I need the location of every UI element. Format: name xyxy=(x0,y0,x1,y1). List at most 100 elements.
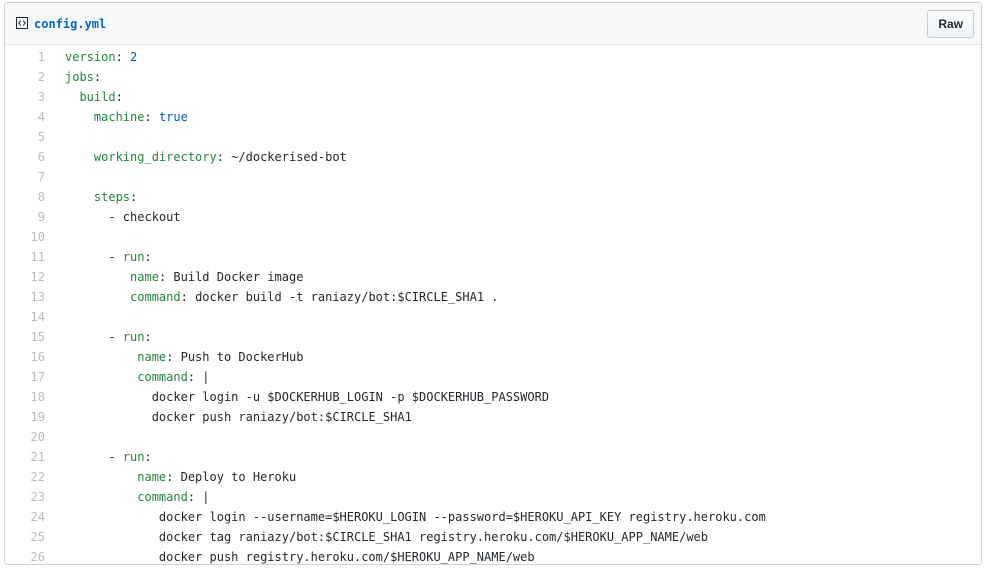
line-number[interactable]: 11 xyxy=(5,247,45,267)
line-number[interactable]: 21 xyxy=(5,447,45,467)
yaml-value: Deploy to Heroku xyxy=(180,470,297,484)
yaml-key: jobs xyxy=(65,70,94,84)
yaml-separator: : xyxy=(144,250,152,264)
line-number[interactable]: 6 xyxy=(5,147,45,167)
yaml-key: command xyxy=(137,490,188,504)
code-line: 1 version: 2 xyxy=(5,47,981,67)
line-content: build: xyxy=(45,87,981,107)
yaml-key: working_directory xyxy=(93,150,217,164)
line-number[interactable]: 7 xyxy=(5,167,45,187)
code-line: 24 docker login --username=$HEROKU_LOGIN… xyxy=(5,507,981,527)
line-content: steps: xyxy=(45,187,981,207)
line-number[interactable]: 4 xyxy=(5,107,45,127)
yaml-separator: : xyxy=(144,110,159,124)
line-content: working_directory: ~/dockerised-bot xyxy=(45,147,981,167)
line-content xyxy=(45,127,981,147)
yaml-key: name xyxy=(137,470,167,484)
line-number[interactable]: 5 xyxy=(5,127,45,147)
line-number[interactable]: 26 xyxy=(5,547,45,564)
code-line: 26 docker push registry.heroku.com/$HERO… xyxy=(5,547,981,564)
line-content xyxy=(45,167,981,187)
line-content: jobs: xyxy=(45,67,981,87)
code-line: 22 name: Deploy to Heroku xyxy=(5,467,981,487)
line-content: - run: xyxy=(45,247,981,267)
yaml-separator: : xyxy=(144,450,152,464)
yaml-value: true xyxy=(158,110,188,124)
line-indent: - xyxy=(65,250,123,264)
line-content: name: Deploy to Heroku xyxy=(45,467,981,487)
line-number[interactable]: 24 xyxy=(5,507,45,527)
yaml-separator: : xyxy=(158,270,174,284)
yaml-separator: : xyxy=(115,90,123,104)
code-line: 17 command: | xyxy=(5,367,981,387)
yaml-separator: : xyxy=(144,330,152,344)
code-line: 9 - checkout xyxy=(5,207,981,227)
line-number[interactable]: 20 xyxy=(5,427,45,447)
line-number[interactable]: 9 xyxy=(5,207,45,227)
line-number[interactable]: 18 xyxy=(5,387,45,407)
code-line: 2 jobs: xyxy=(5,67,981,87)
line-content: version: 2 xyxy=(45,47,981,67)
code-line: 3 build: xyxy=(5,87,981,107)
line-number[interactable]: 22 xyxy=(5,467,45,487)
file-name-link[interactable]: config.yml xyxy=(34,16,106,32)
yaml-key: machine xyxy=(93,110,145,124)
line-number[interactable]: 8 xyxy=(5,187,45,207)
line-content: docker push raniazy/bot:$CIRCLE_SHA1 xyxy=(45,407,981,427)
line-number[interactable]: 23 xyxy=(5,487,45,507)
yaml-value: docker push raniazy/bot:$CIRCLE_SHA1 xyxy=(151,410,412,424)
file-code-icon xyxy=(16,17,28,29)
code-line: 5 xyxy=(5,127,981,147)
yaml-value: ~/dockerised-bot xyxy=(231,150,347,164)
yaml-separator: : xyxy=(166,470,181,484)
line-indent: - xyxy=(65,210,123,224)
line-content: - checkout xyxy=(45,207,981,227)
line-number[interactable]: 12 xyxy=(5,267,45,287)
code-line: 12 name: Build Docker image xyxy=(5,267,981,287)
file-viewer: config.yml Raw 1 version: 2 2 jobs: 3 build:… xyxy=(4,2,982,565)
line-content: docker login --username=$HEROKU_LOGIN --… xyxy=(45,507,981,527)
line-number[interactable]: 3 xyxy=(5,87,45,107)
line-content xyxy=(45,227,981,247)
yaml-value: | xyxy=(202,370,210,384)
line-number[interactable]: 2 xyxy=(5,67,45,87)
code-line: 19 docker push raniazy/bot:$CIRCLE_SHA1 xyxy=(5,407,981,427)
yaml-key: run xyxy=(122,450,145,464)
line-number[interactable]: 1 xyxy=(5,47,45,67)
code-line: 13 command: docker build -t raniazy/bot:… xyxy=(5,287,981,307)
yaml-separator: : xyxy=(187,490,203,504)
yaml-key: build xyxy=(79,90,116,104)
yaml-key: run xyxy=(122,330,145,344)
line-number[interactable]: 19 xyxy=(5,407,45,427)
line-number[interactable]: 16 xyxy=(5,347,45,367)
yaml-separator: : xyxy=(130,190,138,204)
line-number[interactable]: 25 xyxy=(5,527,45,547)
yaml-value: Build Docker image xyxy=(173,270,304,284)
line-content: machine: true xyxy=(45,107,981,127)
yaml-separator: : xyxy=(216,150,232,164)
code-line: 7 xyxy=(5,167,981,187)
yaml-value: docker push registry.heroku.com/$HEROKU_… xyxy=(158,550,535,564)
line-number[interactable]: 14 xyxy=(5,307,45,327)
yaml-key: version xyxy=(65,50,116,64)
yaml-value: docker build -t raniazy/bot:$CIRCLE_SHA1… xyxy=(195,290,499,304)
yaml-separator: : xyxy=(166,350,181,364)
line-number[interactable]: 15 xyxy=(5,327,45,347)
code-line: 4 machine: true xyxy=(5,107,981,127)
line-number[interactable]: 17 xyxy=(5,367,45,387)
line-indent: - xyxy=(65,330,123,344)
yaml-value: checkout xyxy=(122,210,181,224)
line-number[interactable]: 10 xyxy=(5,227,45,247)
line-content xyxy=(45,307,981,327)
yaml-value: Push to DockerHub xyxy=(180,350,304,364)
raw-button[interactable]: Raw xyxy=(927,10,974,38)
line-number[interactable]: 13 xyxy=(5,287,45,307)
